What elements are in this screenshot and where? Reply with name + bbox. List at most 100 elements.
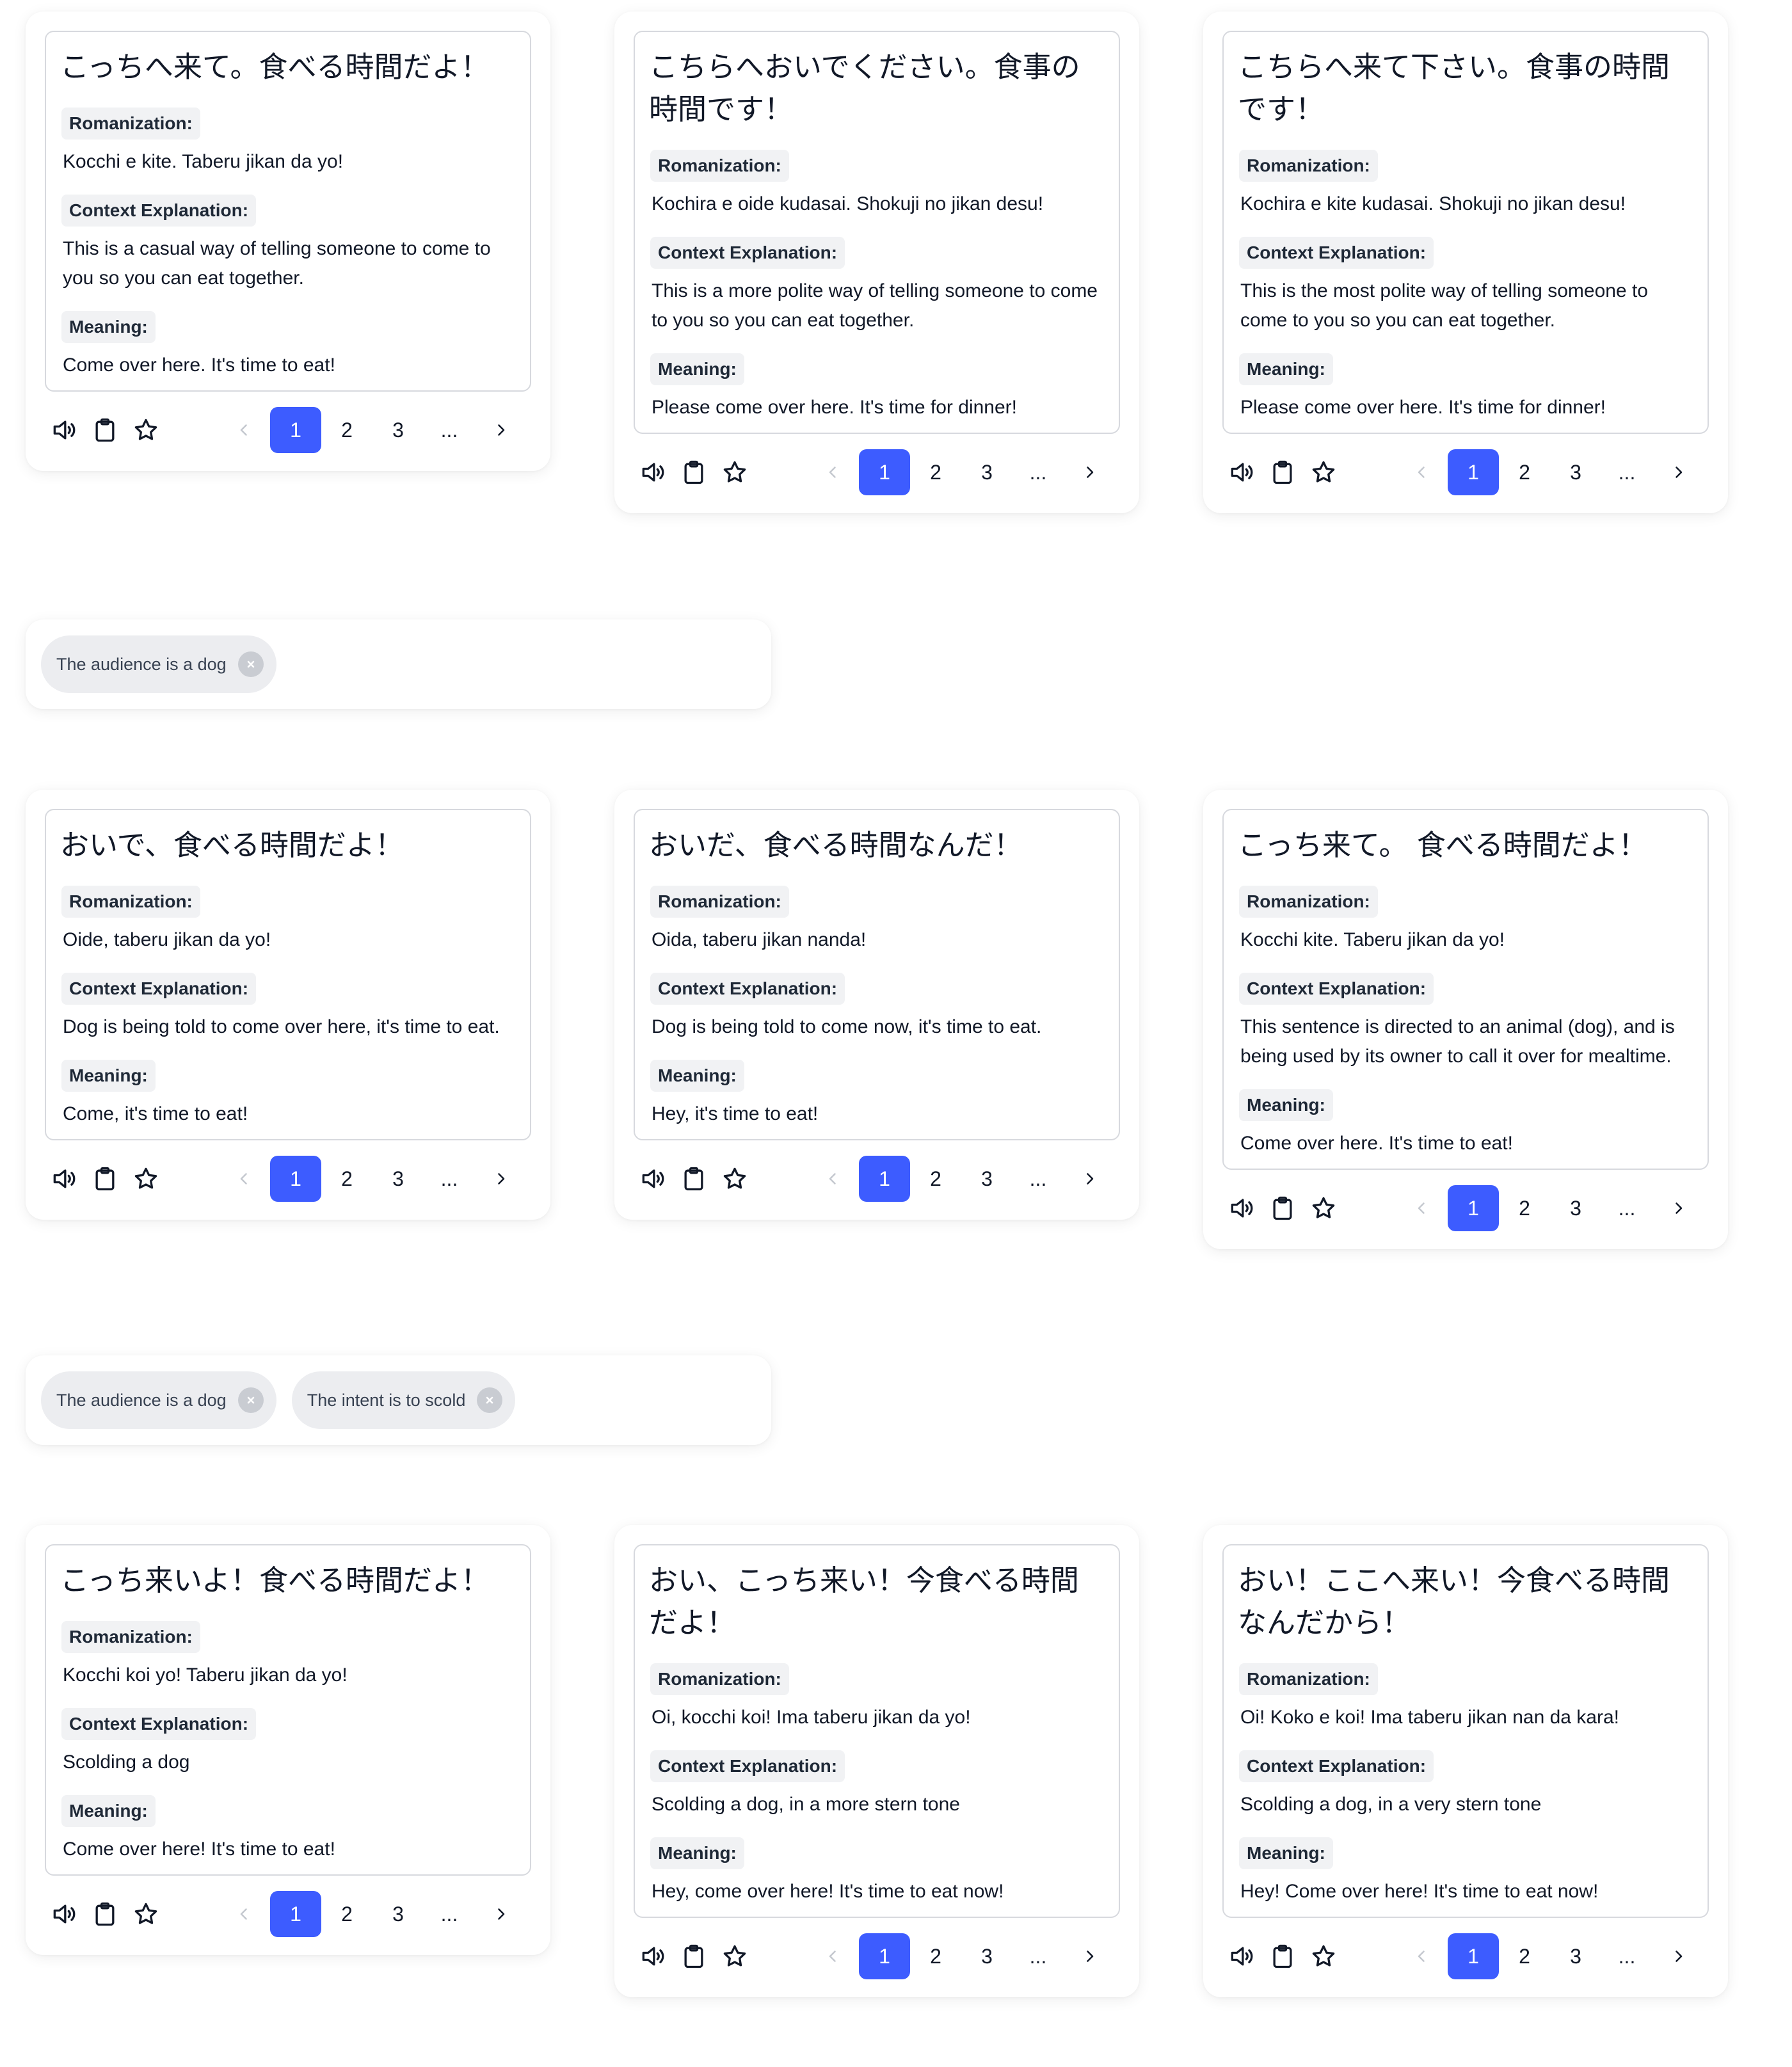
star-icon[interactable]	[132, 1165, 160, 1193]
translation-content: おい！ここへ来い！今食べる時間なんだから！ Romanization: Oi! …	[1222, 1544, 1709, 1918]
next-page-button[interactable]	[1064, 449, 1115, 495]
page-button[interactable]: 1	[859, 449, 910, 495]
clipboard-icon[interactable]	[1268, 458, 1297, 486]
page-button[interactable]: 3	[961, 1933, 1012, 1979]
speaker-icon[interactable]	[1228, 1194, 1256, 1222]
clipboard-icon[interactable]	[680, 1165, 708, 1193]
meaning-label: Meaning:	[650, 1837, 744, 1869]
page-button[interactable]: 3	[1550, 449, 1601, 495]
context-label: Context Explanation:	[650, 237, 845, 269]
page-ellipsis[interactable]: ...	[1601, 1933, 1652, 1979]
speaker-icon[interactable]	[639, 458, 667, 486]
page-button[interactable]: 3	[372, 407, 424, 453]
prev-page-button[interactable]	[1396, 449, 1448, 495]
romanization-text: Kochira e kite kudasai. Shokuji no jikan…	[1240, 193, 1626, 214]
romanization-text: Oi, kocchi koi! Ima taberu jikan da yo!	[652, 1707, 971, 1728]
clipboard-icon[interactable]	[91, 1165, 119, 1193]
prev-page-button[interactable]	[219, 407, 270, 453]
page-button[interactable]: 2	[321, 407, 372, 453]
page-button[interactable]: 3	[372, 1891, 424, 1937]
next-page-button[interactable]	[1652, 1185, 1704, 1231]
translation-content: おい、こっち来い！今食べる時間だよ！ Romanization: Oi, koc…	[634, 1544, 1120, 1918]
speaker-icon[interactable]	[1228, 458, 1256, 486]
page-button[interactable]: 1	[859, 1156, 910, 1202]
page-button[interactable]: 2	[321, 1891, 372, 1937]
speaker-icon[interactable]	[50, 1165, 78, 1193]
page-button[interactable]: 1	[1448, 1185, 1499, 1231]
page-button[interactable]: 2	[321, 1156, 372, 1202]
clipboard-icon[interactable]	[91, 416, 119, 444]
page-button[interactable]: 1	[1448, 1933, 1499, 1979]
page-button[interactable]: 2	[1499, 1185, 1550, 1231]
context-text: Dog is being told to come over here, it'…	[63, 1016, 500, 1037]
next-page-button[interactable]	[1652, 1933, 1704, 1979]
speaker-icon[interactable]	[50, 416, 78, 444]
speaker-icon[interactable]	[639, 1165, 667, 1193]
page-button[interactable]: 1	[1448, 449, 1499, 495]
page-button[interactable]: 3	[961, 449, 1012, 495]
close-icon[interactable]	[237, 651, 264, 677]
context-tag[interactable]: The intent is to scold	[291, 1371, 516, 1429]
page-button[interactable]: 1	[270, 407, 321, 453]
next-page-button[interactable]	[1652, 449, 1704, 495]
page-ellipsis[interactable]: ...	[1012, 1933, 1064, 1979]
close-icon[interactable]	[237, 1387, 264, 1413]
clipboard-icon[interactable]	[680, 458, 708, 486]
page-button[interactable]: 2	[910, 449, 961, 495]
star-icon[interactable]	[721, 458, 749, 486]
page-ellipsis[interactable]: ...	[1601, 449, 1652, 495]
page-ellipsis[interactable]: ...	[1012, 1156, 1064, 1202]
page-ellipsis[interactable]: ...	[424, 1891, 475, 1937]
prev-page-button[interactable]	[1396, 1933, 1448, 1979]
page-ellipsis[interactable]: ...	[424, 1156, 475, 1202]
next-page-button[interactable]	[475, 407, 526, 453]
star-icon[interactable]	[721, 1165, 749, 1193]
context-tag[interactable]: The audience is a dog	[41, 635, 276, 693]
pagination: 1 2 3 ...	[1396, 1933, 1704, 1979]
page-button[interactable]: 3	[961, 1156, 1012, 1202]
context-tag[interactable]: The audience is a dog	[41, 1371, 276, 1429]
meaning-label: Meaning:	[1239, 1837, 1333, 1869]
prev-page-button[interactable]	[808, 1156, 859, 1202]
clipboard-icon[interactable]	[680, 1942, 708, 1970]
context-label: Context Explanation:	[650, 973, 845, 1005]
page-button[interactable]: 1	[270, 1156, 321, 1202]
speaker-icon[interactable]	[639, 1942, 667, 1970]
close-icon[interactable]	[477, 1387, 503, 1413]
translation-card: おいだ、食べる時間なんだ！ Romanization: Oida, taberu…	[614, 790, 1139, 1220]
page-ellipsis[interactable]: ...	[424, 407, 475, 453]
next-page-button[interactable]	[475, 1156, 526, 1202]
page-button[interactable]: 2	[1499, 449, 1550, 495]
star-icon[interactable]	[1309, 1942, 1338, 1970]
page-button[interactable]: 2	[1499, 1933, 1550, 1979]
star-icon[interactable]	[1309, 458, 1338, 486]
star-icon[interactable]	[1309, 1194, 1338, 1222]
page-button[interactable]: 1	[270, 1891, 321, 1937]
page-button[interactable]: 3	[1550, 1185, 1601, 1231]
page-button[interactable]: 2	[910, 1156, 961, 1202]
page-button[interactable]: 2	[910, 1933, 961, 1979]
prev-page-button[interactable]	[808, 1933, 859, 1979]
page-button[interactable]: 3	[1550, 1933, 1601, 1979]
prev-page-button[interactable]	[808, 449, 859, 495]
page-ellipsis[interactable]: ...	[1601, 1185, 1652, 1231]
clipboard-icon[interactable]	[1268, 1942, 1297, 1970]
page-button[interactable]: 1	[859, 1933, 910, 1979]
next-page-button[interactable]	[1064, 1933, 1115, 1979]
star-icon[interactable]	[132, 416, 160, 444]
page-button[interactable]: 3	[372, 1156, 424, 1202]
clipboard-icon[interactable]	[91, 1900, 119, 1928]
next-page-button[interactable]	[475, 1891, 526, 1937]
meaning-text: Hey! Come over here! It's time to eat no…	[1240, 1881, 1599, 1902]
prev-page-button[interactable]	[219, 1891, 270, 1937]
star-icon[interactable]	[132, 1900, 160, 1928]
speaker-icon[interactable]	[50, 1900, 78, 1928]
page-ellipsis[interactable]: ...	[1012, 449, 1064, 495]
prev-page-button[interactable]	[1396, 1185, 1448, 1231]
star-icon[interactable]	[721, 1942, 749, 1970]
clipboard-icon[interactable]	[1268, 1194, 1297, 1222]
next-page-button[interactable]	[1064, 1156, 1115, 1202]
speaker-icon[interactable]	[1228, 1942, 1256, 1970]
prev-page-button[interactable]	[219, 1156, 270, 1202]
context-text: Scolding a dog, in a more stern tone	[652, 1794, 960, 1815]
